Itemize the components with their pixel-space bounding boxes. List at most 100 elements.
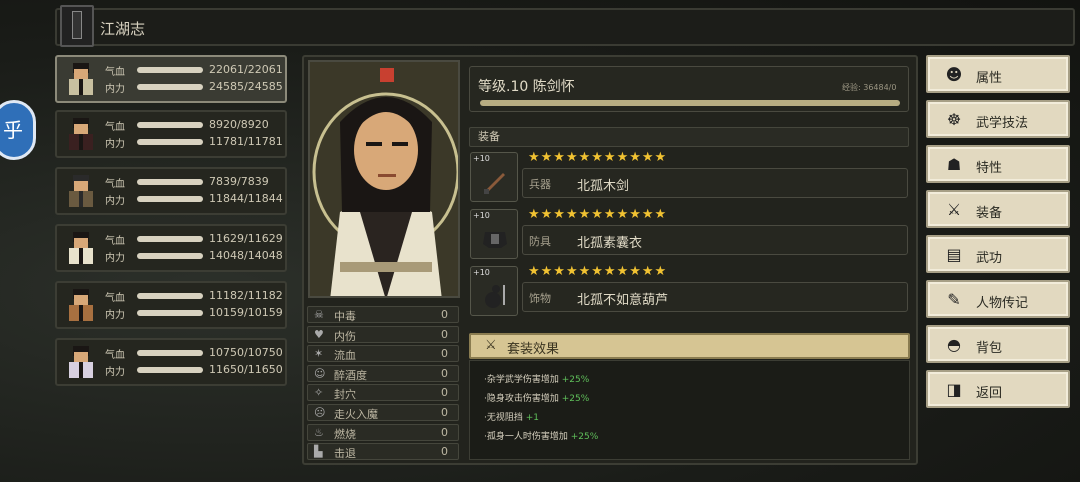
mp-label: 内力	[105, 253, 125, 264]
page-title: 江湖志	[100, 20, 146, 38]
equipment-type: 饰物	[529, 292, 551, 305]
set-effect-line: ·隐身攻击伤害增加 +25%	[484, 391, 589, 404]
header-bar	[55, 8, 1075, 46]
hp-value: 11629/11629	[209, 232, 283, 245]
effect-text: ·杂学武学伤害增加	[484, 375, 559, 385]
hp-bar	[137, 179, 203, 185]
level-name: 等级.10 陈剑怀	[478, 79, 575, 95]
equipment-slot[interactable]: +10	[470, 152, 518, 202]
status-name: 流血	[334, 349, 356, 363]
status-name: 封穴	[334, 388, 356, 402]
menu-button-7[interactable]: ◓ 背包	[926, 325, 1070, 363]
set-effect-title: 套装效果	[507, 342, 560, 357]
status-value: 0	[441, 347, 448, 361]
menu-button-6[interactable]: ✎ 人物传记	[926, 280, 1070, 318]
menu-button-4[interactable]: ⚔ 装备	[926, 190, 1070, 228]
menu-button-2[interactable]: ☸ 武学技法	[926, 100, 1070, 138]
party-member-1[interactable]: 气血 22061/22061 内力 24585/24585	[55, 55, 287, 103]
journal-book-icon	[60, 5, 94, 47]
bag-icon: ◓	[947, 335, 961, 354]
party-member-6[interactable]: 气血 10750/10750 内力 11650/11650	[55, 338, 287, 386]
menu-label: 人物传记	[976, 296, 1029, 311]
character-avatar	[61, 114, 101, 154]
party-member-4[interactable]: 气血 11629/11629 内力 14048/14048	[55, 224, 287, 272]
status-value: 0	[441, 425, 448, 439]
hp-value: 7839/7839	[209, 175, 269, 188]
status-value: 0	[441, 386, 448, 400]
equipment-row[interactable]: 兵器 北孤木剑	[522, 168, 908, 198]
mp-bar	[137, 139, 203, 145]
person-icon: ☻	[945, 65, 963, 84]
enhance-level: +10	[473, 154, 490, 163]
blood-icon: ✶	[314, 347, 324, 361]
hp-value: 10750/10750	[209, 346, 283, 359]
equipment-slot[interactable]: +10	[470, 266, 518, 316]
status-row: ♥ 内伤 0	[307, 325, 459, 343]
hp-label: 气血	[105, 236, 125, 247]
character-avatar	[61, 285, 101, 325]
set-effect-line: ·无视阻挡 +1	[484, 410, 539, 423]
character-avatar	[61, 342, 101, 382]
menu-label: 装备	[976, 206, 1003, 221]
madness-icon: ☹	[314, 406, 326, 419]
mp-bar	[137, 253, 203, 259]
mp-label: 内力	[105, 367, 125, 378]
martial-icon: ☸	[946, 110, 962, 129]
status-row: ✶ 流血 0	[307, 345, 459, 363]
effect-text: ·孤身一人时伤害增加	[484, 432, 568, 442]
hp-label: 气血	[105, 350, 125, 361]
knockback-icon: ▙	[314, 445, 323, 459]
hp-value: 11182/11182	[209, 289, 283, 302]
book-icon: ▤	[946, 245, 962, 264]
mp-value: 24585/24585	[209, 80, 283, 93]
mp-value: 11650/11650	[209, 363, 283, 376]
effect-bonus: +25%	[561, 394, 590, 404]
equipment-name: 北孤不如意葫芦	[577, 293, 669, 308]
equipment-type: 防具	[529, 235, 551, 248]
enhance-level: +10	[473, 211, 490, 220]
star-rating: ★★★★★★★★★★★	[528, 264, 668, 279]
menu-label: 武功	[976, 251, 1003, 266]
menu-button-5[interactable]: ▤ 武功	[926, 235, 1070, 273]
effect-bonus: +25%	[561, 375, 590, 385]
status-name: 走火入魔	[334, 408, 378, 421]
broken-heart-icon: ♥	[314, 327, 324, 341]
exp-bar	[480, 100, 900, 106]
equipment-slot[interactable]: +10	[470, 209, 518, 259]
party-member-2[interactable]: 气血 8920/8920 内力 11781/11781	[55, 110, 287, 158]
effect-bonus: +25%	[570, 432, 599, 442]
status-row: ☠ 中毒 0	[307, 306, 459, 323]
character-avatar	[61, 171, 101, 211]
status-row: ☺ 醉酒度 0	[307, 364, 459, 382]
status-row: ▙ 击退 0	[307, 443, 459, 461]
equipment-row[interactable]: 饰物 北孤不如意葫芦	[522, 282, 908, 312]
menu-label: 背包	[976, 341, 1003, 356]
trait-icon: ☗	[946, 155, 962, 174]
set-effect-header[interactable]: ⚔ 套装效果	[469, 333, 910, 359]
mp-value: 14048/14048	[209, 249, 283, 262]
hp-bar	[137, 293, 203, 299]
party-member-3[interactable]: 气血 7839/7839 内力 11844/11844	[55, 167, 287, 215]
hp-bar	[137, 122, 203, 128]
status-value: 0	[441, 406, 448, 419]
party-member-5[interactable]: 气血 11182/11182 内力 10159/10159	[55, 281, 287, 329]
menu-button-8[interactable]: ◨ 返回	[926, 370, 1070, 408]
sword-icon: ⚔	[946, 200, 962, 219]
status-value: 0	[441, 366, 448, 380]
side-round-button[interactable]: 乎	[0, 100, 36, 160]
character-avatar	[61, 228, 101, 268]
equipment-row[interactable]: 防具 北孤素囊衣	[522, 225, 908, 255]
mp-value: 11781/11781	[209, 135, 283, 148]
hp-value: 8920/8920	[209, 118, 269, 131]
status-name: 醉酒度	[334, 368, 367, 382]
status-name: 燃烧	[334, 427, 356, 441]
hp-label: 气血	[105, 67, 125, 78]
hp-label: 气血	[105, 179, 125, 190]
hp-bar	[137, 350, 203, 356]
set-effect-line: ·孤身一人时伤害增加 +25%	[484, 429, 598, 442]
hp-label: 气血	[105, 122, 125, 133]
status-name: 内伤	[334, 329, 356, 343]
menu-button-3[interactable]: ☗ 特性	[926, 145, 1070, 183]
armor-icon	[481, 224, 509, 252]
menu-button-1[interactable]: ☻ 属性	[926, 55, 1070, 93]
